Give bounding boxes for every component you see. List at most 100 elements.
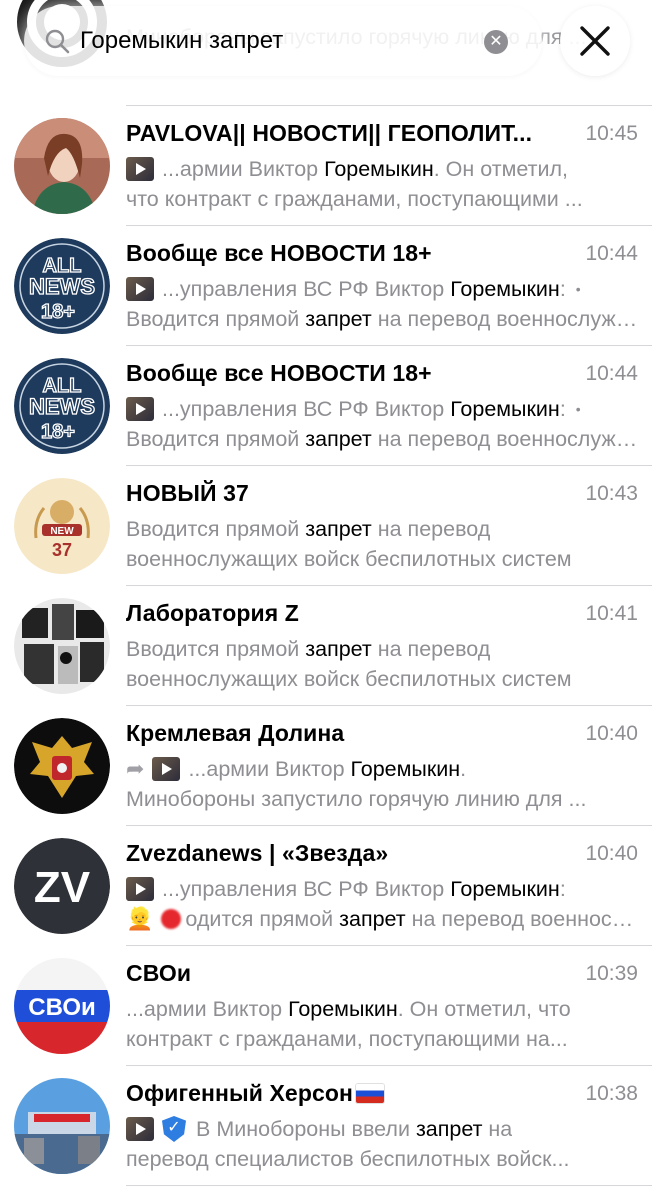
russia-flag-icon (356, 1084, 384, 1103)
chat-time: 10:40 (585, 842, 638, 865)
chat-row[interactable]: ALL NEWS 18+ Вообще все НОВОСТИ 18+ 10:4… (0, 346, 652, 466)
close-button[interactable] (560, 6, 630, 76)
chat-row[interactable]: ZV Zvezdanews | «Звезда» 10:40 ...управл… (0, 826, 652, 946)
chat-avatar: ALL NEWS 18+ (14, 358, 110, 454)
message-text: ...армии Виктор (162, 156, 325, 181)
search-highlight: запрет (305, 306, 372, 331)
chat-row[interactable]: PAVLOVA|| НОВОСТИ|| ГЕОПОЛИТ... 10:45 ..… (0, 106, 652, 226)
message-preview-line: Вводится прямой запрет на перевод военно… (126, 424, 638, 454)
chat-title: PAVLOVA|| НОВОСТИ|| ГЕОПОЛИТ... (126, 120, 533, 146)
message-preview-line: ➦ ...армии Виктор Горемыкин. (126, 754, 638, 784)
message-preview-line: военнослужащих войск беспилотных систем (126, 544, 638, 574)
search-highlight: Горемыкин (450, 396, 560, 421)
search-highlight: запрет (305, 636, 372, 661)
chat-time: 10:40 (585, 722, 638, 745)
chat-title: Кремлевая Долина (126, 720, 345, 746)
chat-time: 10:43 (585, 482, 638, 505)
message-preview-line: перевод специалистов беспилотных войск..… (126, 1144, 638, 1174)
chat-row[interactable]: СВОи СВОи 10:39 ...армии Виктор Горемыки… (0, 946, 652, 1066)
message-preview-line: 👱 одится прямой запрет на перевод военнос… (126, 904, 638, 934)
video-thumbnail-icon (126, 157, 154, 181)
message-preview-line: ...армии Виктор Горемыкин. Он отметил, ч… (126, 994, 638, 1024)
chat-row[interactable]: NEW 37 НОВЫЙ 37 10:43 Вводится прямой за… (0, 466, 652, 586)
chat-time: 10:44 (585, 362, 638, 385)
message-preview-line: ...управления ВС РФ Виктор Горемыкин: • (126, 394, 638, 424)
search-highlight: Горемыкин (450, 876, 560, 901)
chat-avatar (14, 718, 110, 814)
message-text: . Он отметил, что (397, 996, 571, 1021)
chat-row[interactable]: Лаборатория Z 10:41 Вводится прямой запр… (0, 586, 652, 706)
chat-title: Лаборатория Z (126, 600, 299, 626)
message-preview-line: Минобороны запустило горячую линию для .… (126, 784, 638, 814)
message-preview-line: что контракт с гражданами, поступающими … (126, 184, 638, 214)
chat-row[interactable]: Кремлевая Долина 10:40 ➦ ...армии Виктор … (0, 706, 652, 826)
chat-title: НОВЫЙ 37 (126, 480, 249, 506)
chat-list: Минобороны запустило горячую линию для .… (0, 0, 652, 1186)
svg-text:ZV: ZV (34, 863, 91, 912)
message-preview-line: ✓ В Минобороны ввели запрет на (126, 1114, 638, 1144)
chat-time: 10:45 (585, 122, 638, 145)
more-dot-icon: • (575, 281, 581, 297)
chat-time: 10:39 (585, 962, 638, 985)
message-preview-line: ...управления ВС РФ Виктор Горемыкин: (126, 874, 638, 904)
video-thumbnail-icon (126, 1117, 154, 1141)
red-circle-icon (161, 909, 182, 929)
message-preview-line: Вводится прямой запрет на перевод (126, 634, 638, 664)
chat-title: СВОи (126, 960, 192, 986)
chat-avatar: ZV (14, 838, 110, 934)
chat-avatar: NEW 37 (14, 478, 110, 574)
message-preview-line: ...управления ВС РФ Виктор Горемыкин: • (126, 274, 638, 304)
message-text: на (482, 1116, 513, 1141)
search-input[interactable] (78, 26, 462, 56)
svg-text:18+: 18+ (41, 301, 75, 323)
person-emoji-icon: 👱 (126, 906, 154, 931)
clear-icon[interactable]: ✕ (484, 30, 508, 54)
message-text: на перевод военнослужащих (411, 906, 638, 931)
chat-row[interactable]: Офигенный Херсон 10:38 ✓ В Минобороны вве… (0, 1066, 652, 1186)
message-preview-line: ...армии Виктор Горемыкин. Он отметил, (126, 154, 638, 184)
chat-time: 10:41 (585, 602, 638, 625)
chat-avatar: ALL NEWS 18+ (14, 238, 110, 334)
message-text: перевод специалистов беспилотных войск..… (126, 1146, 570, 1171)
message-preview-line: Вводится прямой запрет на перевод (126, 514, 638, 544)
search-highlight: Горемыкин (324, 156, 434, 181)
message-text: что контракт с гражданами, поступающими … (126, 186, 583, 211)
chat-avatar (14, 1078, 110, 1174)
message-text: на перевод (371, 516, 491, 541)
svg-text:NEWS: NEWS (29, 394, 95, 419)
message-text: военнослужащих войск беспилотных систем (126, 666, 572, 691)
message-text: В Минобороны ввели (196, 1116, 416, 1141)
chat-avatar: СВОи (14, 958, 110, 1054)
chat-row[interactable]: ALL NEWS 18+ Вообще все НОВОСТИ 18+ 10:4… (0, 226, 652, 346)
message-text: ...армии Виктор (126, 996, 289, 1021)
search-highlight: Горемыкин (450, 276, 560, 301)
chat-time: 10:44 (585, 242, 638, 265)
search-highlight: Горемыкин (350, 756, 461, 781)
chat-time: 10:38 (585, 1082, 638, 1105)
message-preview-line: контракт с гражданами, поступающими на..… (126, 1024, 638, 1054)
message-preview-line: Вводится прямой запрет на перевод военно… (126, 304, 638, 334)
message-text: Вводится прямой (126, 636, 306, 661)
svg-text:СВОи: СВОи (28, 994, 96, 1021)
more-dot-icon: • (575, 401, 581, 417)
message-text: : (559, 876, 566, 901)
search-bar[interactable]: ✕ (24, 6, 542, 76)
message-text: одится прямой (185, 906, 340, 931)
video-thumbnail-icon (126, 277, 154, 301)
message-text: . Он отметил, (433, 156, 568, 181)
video-thumbnail-icon (126, 877, 154, 901)
message-text: на перевод (371, 636, 491, 661)
forward-icon: ➦ (126, 756, 145, 781)
video-thumbnail-icon (126, 397, 154, 421)
message-text: : (559, 396, 566, 421)
search-highlight: Горемыкин (288, 996, 398, 1021)
chat-title: Zvezdanews | «Звезда» (126, 840, 389, 866)
svg-text:NEW: NEW (50, 526, 74, 537)
search-highlight: запрет (305, 426, 372, 451)
chat-title: Офигенный Херсон (126, 1080, 556, 1107)
message-text: . (460, 756, 467, 781)
close-icon (580, 26, 610, 56)
message-text: военнослужащих войск беспилотных систем (126, 546, 572, 571)
message-text: на перевод военнослужащих (377, 426, 638, 451)
message-text: Вводится прямой (126, 306, 306, 331)
